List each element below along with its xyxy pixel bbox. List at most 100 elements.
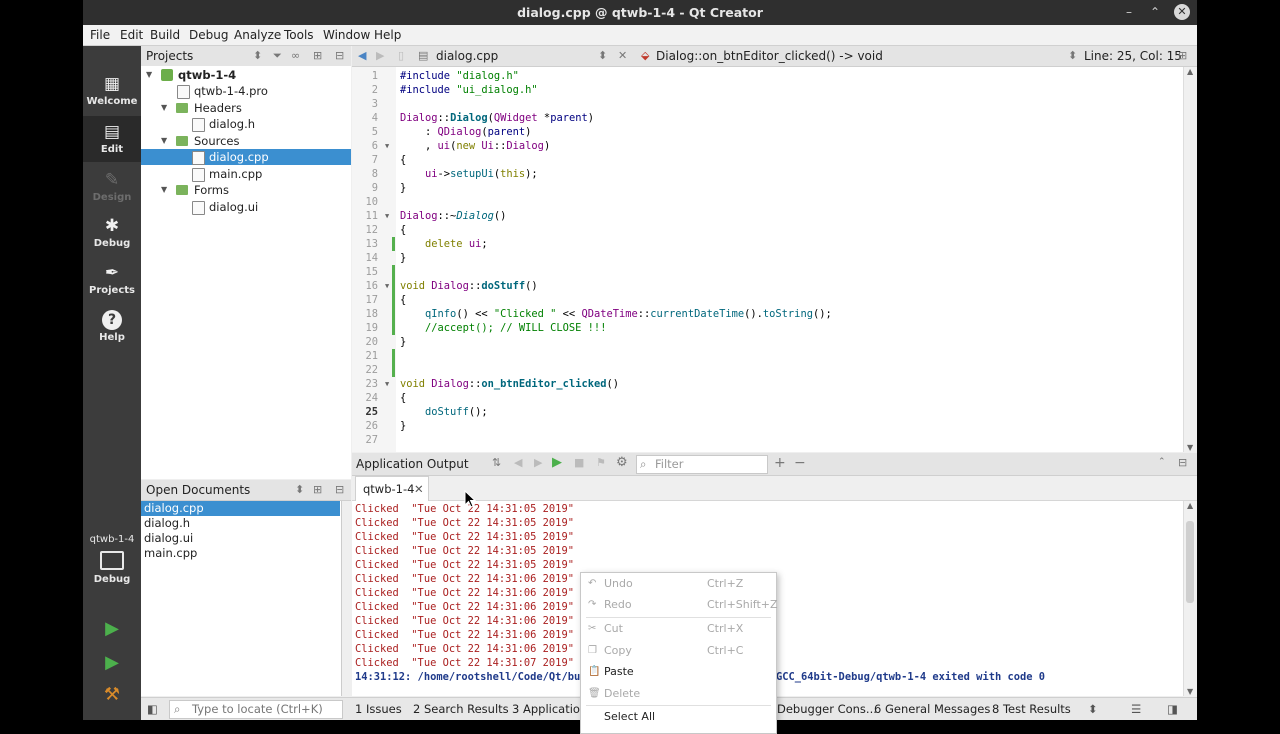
menu-item-redo[interactable]: ↷ Redo Ctrl+Shift+Z: [581, 595, 778, 615]
mode-debug[interactable]: ✱ Debug: [83, 210, 141, 256]
menu-file[interactable]: File: [90, 28, 110, 42]
tree-item-headers[interactable]: ▼ Headers: [141, 100, 351, 116]
mode-edit[interactable]: ▤ Edit: [83, 116, 141, 162]
mode-projects[interactable]: ✒ Projects: [83, 257, 141, 303]
symbol-combo[interactable]: Dialog::on_btnEditor_clicked() -> void: [656, 49, 883, 63]
attach-debugger-icon[interactable]: ⚑: [596, 456, 606, 469]
updown-icon[interactable]: ⬍: [295, 483, 304, 496]
pane-application-output[interactable]: 3 Application: [512, 702, 587, 716]
editor-file-combo[interactable]: dialog.cpp: [436, 49, 498, 63]
debug-run-button[interactable]: ▶: [101, 652, 123, 674]
build-hammer-icon[interactable]: ⚒: [101, 684, 123, 706]
plus-icon[interactable]: +: [774, 455, 786, 471]
fold-arrow-icon[interactable]: ▼: [385, 377, 389, 391]
split-icon[interactable]: ⊞: [313, 483, 322, 496]
editor-scrollbar[interactable]: ▲ ▼: [1183, 67, 1197, 452]
menu-item-copy[interactable]: ❐ Copy Ctrl+C: [581, 641, 776, 661]
scroll-up-icon[interactable]: ▲: [1187, 67, 1193, 76]
pane-general-messages[interactable]: 6 General Messages: [874, 702, 990, 716]
menu-item-select-all[interactable]: Select All: [581, 707, 776, 727]
link-icon[interactable]: ∞: [291, 49, 300, 62]
updown-icon[interactable]: ⬍: [598, 49, 607, 62]
output-toggle-icon[interactable]: ◨: [1167, 702, 1178, 716]
next-icon[interactable]: ▶: [534, 456, 542, 469]
progress-toggle-icon[interactable]: ☰: [1131, 702, 1141, 716]
updown-icon[interactable]: ⬍: [1088, 702, 1098, 716]
file-icon: [177, 85, 190, 99]
updown-icon[interactable]: ⬍: [1068, 49, 1077, 62]
scroll-down-icon[interactable]: ▼: [1187, 443, 1193, 452]
pane-test-results[interactable]: 8 Test Results: [992, 702, 1071, 716]
fold-arrow-icon[interactable]: ▼: [385, 279, 389, 293]
menu-build[interactable]: Build: [150, 28, 180, 42]
tree-item-dialog-ui[interactable]: dialog.ui: [141, 199, 351, 215]
minus-icon[interactable]: −: [794, 455, 806, 471]
tree-item-main-cpp[interactable]: main.cpp: [141, 166, 351, 182]
stop-icon[interactable]: ■: [574, 456, 584, 469]
filter-icon[interactable]: ⏷: [273, 49, 282, 63]
gear-icon[interactable]: ⚙: [616, 455, 628, 470]
open-doc-item[interactable]: dialog.cpp: [141, 501, 340, 516]
open-doc-item[interactable]: dialog.h: [141, 516, 340, 531]
scroll-down-icon[interactable]: ▼: [1187, 687, 1193, 696]
tree-item-dialog-h[interactable]: dialog.h: [141, 116, 351, 132]
close-pane-icon[interactable]: ⊟: [335, 483, 344, 496]
fold-arrow-icon[interactable]: ▼: [385, 209, 389, 223]
menu-tools[interactable]: Tools: [284, 28, 314, 42]
mode-help[interactable]: ? Help: [83, 304, 141, 350]
locator-input[interactable]: ⌕ Type to locate (Ctrl+K): [169, 700, 343, 719]
close-pane-icon[interactable]: ⊟: [1178, 456, 1187, 469]
output-tabs: qtwb-1-4 ✕: [352, 476, 1197, 501]
mode-design[interactable]: ✎ Design: [83, 164, 141, 210]
pane-issues[interactable]: 1 Issues: [355, 702, 402, 716]
output-scrollbar[interactable]: ▲ ▼: [1183, 501, 1197, 696]
cpp-file-icon: [192, 168, 205, 182]
scroll-thumb[interactable]: [1186, 521, 1194, 603]
menu-window[interactable]: Window: [323, 28, 370, 42]
cursor-position[interactable]: Line: 25, Col: 15: [1084, 49, 1182, 63]
pane-debugger-console[interactable]: Debugger Cons...: [777, 702, 877, 716]
tree-item-dialog-cpp[interactable]: dialog.cpp: [141, 149, 351, 165]
scroll-up-icon[interactable]: ▲: [1187, 501, 1193, 510]
tree-item-sources[interactable]: ▼ Sources: [141, 133, 351, 149]
rerun-icon[interactable]: ▶: [552, 455, 562, 470]
updown-icon[interactable]: ⬍: [253, 49, 262, 62]
open-doc-item[interactable]: dialog.ui: [141, 531, 340, 546]
menu-item-cut[interactable]: ✂ Cut Ctrl+X: [581, 619, 776, 639]
attach-icon[interactable]: ⇅: [492, 456, 501, 469]
run-button[interactable]: ▶: [101, 618, 123, 640]
back-arrow-icon[interactable]: ◀: [358, 49, 366, 62]
maximize-pane-icon[interactable]: ⌃: [1158, 457, 1166, 467]
minimize-icon[interactable]: –: [1121, 4, 1137, 20]
menu-item-paste[interactable]: 📋 Paste: [581, 662, 776, 682]
split-icon[interactable]: ⊞: [1178, 49, 1187, 62]
output-line: Clicked "Tue Oct 22 14:31:05 2019": [355, 545, 574, 557]
output-tab[interactable]: qtwb-1-4 ✕: [355, 476, 429, 501]
prev-icon[interactable]: ◀: [514, 456, 522, 469]
open-doc-item[interactable]: main.cpp: [141, 546, 340, 561]
close-document-icon[interactable]: ✕: [618, 49, 627, 62]
menu-item-delete[interactable]: 🗑 Delete: [581, 684, 776, 704]
close-pane-icon[interactable]: ⊟: [335, 49, 344, 62]
sidebar-toggle-icon[interactable]: ◧: [147, 702, 158, 716]
close-icon[interactable]: ✕: [1174, 4, 1190, 20]
pane-search-results[interactable]: 2 Search Results: [413, 702, 509, 716]
tree-item-pro-file[interactable]: qtwb-1-4.pro: [141, 83, 351, 99]
fold-arrow-icon[interactable]: ▼: [385, 139, 389, 153]
kit-selector[interactable]: qtwb-1-4 Debug: [83, 534, 141, 585]
menu-item-undo[interactable]: ↶ Undo Ctrl+Z: [581, 574, 776, 594]
forward-arrow-icon[interactable]: ▶: [376, 49, 384, 62]
menu-debug[interactable]: Debug: [189, 28, 228, 42]
maximize-icon[interactable]: ⌃: [1147, 4, 1163, 20]
menu-edit[interactable]: Edit: [120, 28, 143, 42]
menu-help[interactable]: Help: [374, 28, 401, 42]
output-line: Clicked "Tue Oct 22 14:31:05 2019": [355, 531, 574, 543]
split-icon[interactable]: ⊞: [313, 49, 322, 62]
output-filter-input[interactable]: ⌕ Filter: [636, 455, 768, 474]
menu-analyze[interactable]: Analyze: [234, 28, 281, 42]
code-editor[interactable]: 1 2 3 4 5 6 7 8 9 10 11 12 13 14 15 16 1…: [352, 67, 1183, 452]
tree-item-forms[interactable]: ▼ Forms: [141, 182, 351, 198]
close-tab-icon[interactable]: ✕: [414, 477, 424, 501]
tree-item-project[interactable]: ▼ qtwb-1-4: [141, 67, 351, 83]
mode-welcome[interactable]: ▦ Welcome: [83, 68, 141, 114]
